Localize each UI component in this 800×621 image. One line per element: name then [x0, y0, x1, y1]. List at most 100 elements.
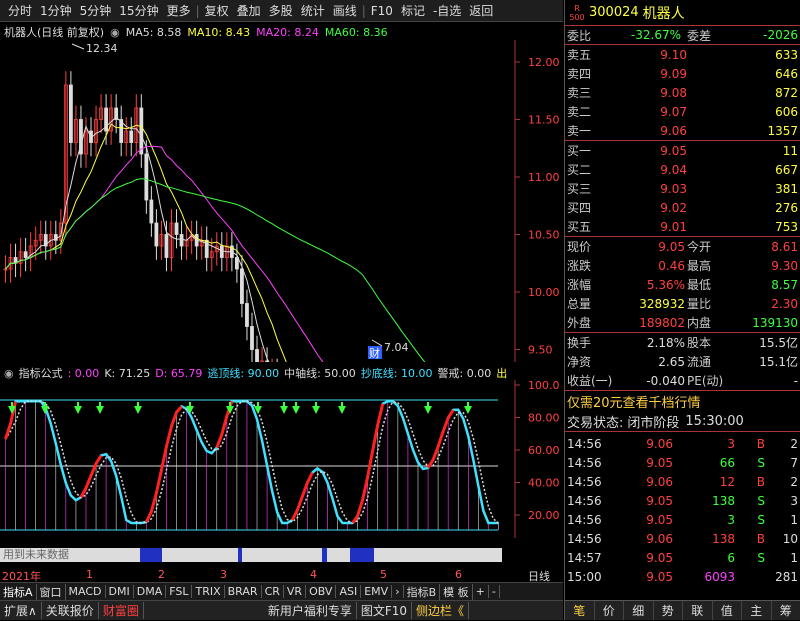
order-level-label: 卖四 — [567, 65, 627, 82]
order-volume: 667 — [687, 163, 798, 177]
stat-label: 换手 — [567, 334, 623, 351]
promo-text[interactable]: 仅需20元查看千档行情 — [567, 392, 701, 411]
indicator-tab[interactable]: DMI — [106, 585, 134, 598]
quote-tab[interactable]: 筹 — [772, 601, 800, 620]
bottom-tab[interactable]: 关联报价 — [42, 602, 99, 619]
bid-row[interactable]: 买一9.0511 — [565, 141, 800, 160]
bid-row[interactable]: 买二9.04667 — [565, 160, 800, 179]
order-level-label: 卖二 — [567, 103, 627, 120]
kline-chart[interactable]: 12.0011.5011.0010.5010.009.509.008.508.0… — [0, 40, 563, 362]
toolbar-item[interactable]: F10 — [367, 4, 397, 18]
indicator-tab[interactable]: + — [473, 585, 489, 598]
collapse-icon[interactable]: ◉ — [110, 26, 120, 39]
bottom-tab[interactable]: 财富圈 — [99, 602, 144, 619]
toolbar-item[interactable]: 15分钟 — [115, 2, 162, 19]
indicator-tab[interactable]: 窗口 — [37, 584, 66, 600]
indicator-tab[interactable]: TRIX — [192, 585, 224, 598]
trade-volume: 138 — [673, 494, 735, 508]
indicator-mid: 中轴线: 50.00 — [284, 365, 356, 381]
indicator-tab[interactable]: - — [489, 585, 500, 598]
ind-up-seg — [428, 460, 433, 468]
promo-row[interactable]: 仅需20元查看千档行情 — [565, 391, 800, 411]
ask-row[interactable]: 卖二9.07606 — [565, 102, 800, 121]
toolbar-item[interactable]: 分时 — [4, 2, 36, 19]
trade-row: 14:579.056S1 — [565, 548, 800, 567]
toolbar-item[interactable]: 统计 — [297, 2, 329, 19]
bottom-tab[interactable]: 侧边栏《 — [412, 602, 469, 619]
indicator-tab[interactable]: 指标A — [0, 584, 37, 600]
indicator-tab[interactable]: BRAR — [225, 585, 262, 598]
indicator-tab[interactable]: VR — [284, 585, 306, 598]
toolbar-item[interactable]: 5分钟 — [76, 2, 116, 19]
ind-up-seg — [302, 483, 307, 497]
bid-row[interactable]: 买五9.01753 — [565, 217, 800, 236]
toolbar-item[interactable]: 叠加 — [233, 2, 265, 19]
bottom-tab[interactable]: 新用户福利专享 — [264, 602, 357, 619]
indicator-tab[interactable]: MACD — [66, 585, 106, 598]
indicator-tab[interactable]: CR — [262, 585, 284, 598]
stat-value: 2.18% — [623, 336, 685, 350]
ind-up-seg — [307, 473, 312, 483]
finance-mark[interactable]: 财 — [369, 346, 380, 360]
quote-tab[interactable]: 势 — [654, 601, 684, 620]
ask-row[interactable]: 卖三9.08872 — [565, 83, 800, 102]
quote-tab[interactable]: 联 — [683, 601, 713, 620]
quote-bottom-tabs: 笔价细势联值主筹 — [565, 600, 800, 620]
toolbar-item[interactable]: 多股 — [265, 2, 297, 19]
toolbar-item[interactable]: 1分钟 — [36, 2, 76, 19]
indicator-name[interactable]: 指标公式 — [19, 365, 63, 381]
down-arrow-icon — [280, 406, 288, 414]
ask-row[interactable]: 卖五9.10633 — [565, 45, 800, 64]
stat-value: 139130 — [737, 316, 798, 330]
toolbar-item[interactable]: 更多 — [163, 2, 195, 19]
ask-list: 卖五9.10633卖四9.09646卖三9.08872卖二9.07606卖一9.… — [565, 45, 800, 140]
bid-row[interactable]: 买四9.02276 — [565, 198, 800, 217]
stat-row: 涨跌0.46最高9.30 — [565, 256, 800, 275]
expand-icon[interactable]: ◉ — [4, 367, 14, 380]
quote-tab[interactable]: 笔 — [565, 601, 595, 620]
order-volume: 646 — [687, 67, 798, 81]
trade-volume: 6 — [673, 551, 735, 565]
indicator-tab[interactable]: 指标B — [404, 584, 441, 600]
ind-up-seg — [222, 416, 227, 435]
indicator-tab[interactable]: EMV — [361, 585, 392, 598]
indicator-tab[interactable]: › — [392, 585, 403, 598]
quote-tab[interactable]: 价 — [595, 601, 625, 620]
quote-tab[interactable]: 值 — [713, 601, 743, 620]
indicator-tab[interactable]: ASI — [336, 585, 361, 598]
toolbar-item[interactable]: 返回 — [465, 2, 497, 19]
bid-row[interactable]: 买三9.03381 — [565, 179, 800, 198]
stat2-row: 换手2.18%股本15.5亿 — [565, 333, 800, 352]
ask-row[interactable]: 卖四9.09646 — [565, 64, 800, 83]
quote-tab[interactable]: 主 — [742, 601, 772, 620]
indicator-tab[interactable]: DMA — [134, 585, 167, 598]
stat-value: 5.36% — [611, 278, 685, 292]
candle-body — [24, 252, 27, 258]
order-level-label: 买二 — [567, 161, 627, 178]
bottom-tab[interactable]: 扩展∧ — [0, 602, 42, 619]
toolbar-item[interactable]: 画线 — [329, 2, 361, 19]
indicator-tab[interactable]: 模 板 — [440, 584, 473, 600]
indicator-tab[interactable]: FSL — [166, 585, 192, 598]
toolbar-item[interactable]: 标记 — [397, 2, 429, 19]
trade-direction: S — [735, 456, 765, 470]
trade-count: 3 — [765, 494, 798, 508]
ind-up-seg — [151, 493, 156, 511]
trade-count: 281 — [765, 570, 798, 584]
trade-price: 9.05 — [621, 551, 673, 565]
stat-value: 15.1亿 — [737, 353, 798, 370]
trade-time: 15:00 — [567, 570, 621, 584]
toolbar-item[interactable]: -自选 — [429, 2, 465, 19]
toolbar-item[interactable]: 复权 — [201, 2, 233, 19]
stat-value: 2.65 — [623, 355, 685, 369]
indicator-chart[interactable]: 100.080.0060.0040.0020.00 — [0, 380, 563, 538]
indicator-tab[interactable]: OBV — [306, 585, 336, 598]
quote-tab[interactable]: 细 — [624, 601, 654, 620]
candle-body — [175, 223, 178, 235]
ind-up-seg — [86, 476, 91, 488]
trade-list: 14:569.063B214:569.0566S714:569.0612B214… — [565, 432, 800, 586]
bottom-tab[interactable]: 图文F10 — [357, 602, 412, 619]
ask-row[interactable]: 卖一9.061357 — [565, 121, 800, 140]
status-row: 交易状态: 闭市阶段 15:30:00 — [565, 411, 800, 431]
chart-stock-name[interactable]: 机器人(日线 前复权) — [4, 24, 104, 40]
